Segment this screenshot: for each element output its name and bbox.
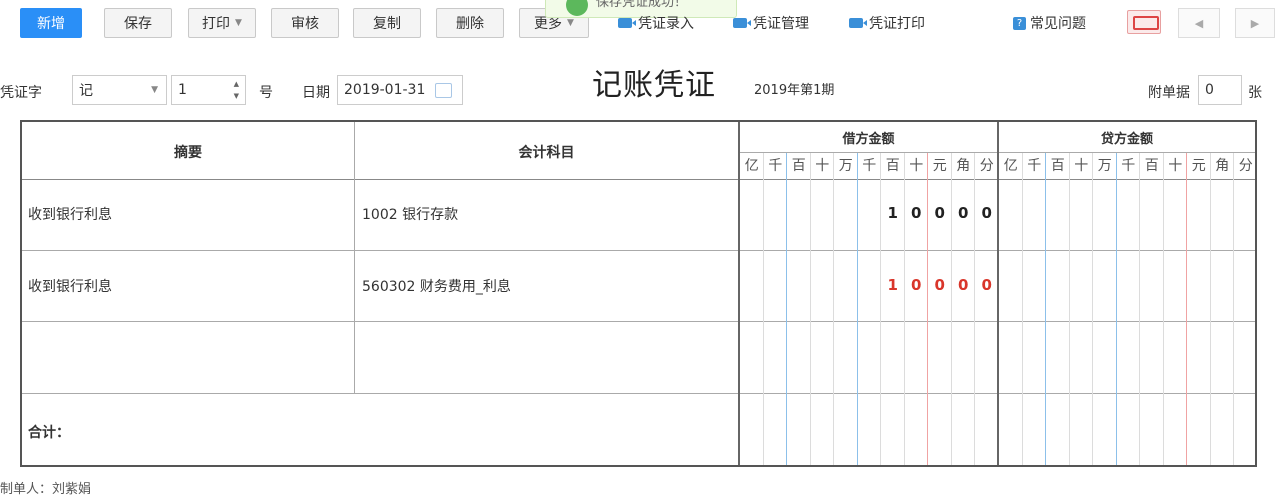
voucher-print-link[interactable]: 凭证打印 [849, 13, 925, 33]
credit-unit-8: 元 [1191, 158, 1206, 174]
debit-unit-2: 百 [791, 158, 806, 174]
voucher-manage-label: 凭证管理 [753, 16, 809, 32]
debit-digit: 0 [911, 275, 922, 294]
faq-label: 常见问题 [1030, 16, 1086, 32]
print-label: 打印 [202, 16, 231, 32]
calendar-icon[interactable] [435, 83, 452, 98]
chevron-down-icon: ▼ [567, 18, 574, 28]
next-voucher-button[interactable]: ▶ [1235, 8, 1275, 38]
debit-unit-10: 分 [979, 158, 994, 174]
credit-unit-9: 角 [1215, 158, 1230, 174]
row-subject[interactable]: 1002 银行存款 [362, 204, 458, 224]
credit-header: 贷方金额 [1100, 132, 1153, 147]
voucher-entry-label: 凭证录入 [638, 16, 694, 32]
attachment-count-value: 0 [1205, 82, 1214, 98]
debit-digit: 0 [934, 204, 945, 222]
prev-voucher-button[interactable]: ◀ [1178, 8, 1220, 38]
credit-unit-1: 千 [1027, 158, 1042, 174]
debit-unit-7: 十 [909, 158, 924, 174]
video-icon [618, 18, 636, 28]
credit-unit-10: 分 [1238, 158, 1253, 174]
credit-unit-6: 百 [1144, 158, 1159, 174]
attachment-label: 附单据 [1148, 85, 1190, 101]
voucher-word-select[interactable]: 记 ▼ [72, 75, 167, 105]
print-button[interactable]: 打印 ▼ [188, 8, 256, 38]
check-icon [566, 0, 588, 16]
credit-unit-2: 百 [1050, 158, 1065, 174]
period-label: 2019年第1期 [754, 83, 835, 98]
number-suffix: 号 [259, 85, 273, 101]
voucher-manage-link[interactable]: 凭证管理 [733, 13, 809, 33]
stepper-arrows-icon[interactable]: ▲ ▼ [234, 78, 239, 102]
credit-unit-4: 万 [1097, 158, 1112, 174]
preparer-label: 制单人：刘紫娟 [0, 482, 92, 497]
date-input[interactable]: 2019-01-31 [337, 75, 463, 105]
date-label: 日期 [302, 85, 330, 101]
toast-message: 保存凭证成功！ [596, 0, 688, 10]
row-summary[interactable]: 收到银行利息 [28, 276, 112, 296]
total-label: 合计： [28, 425, 70, 441]
debit-digit: 0 [911, 204, 922, 222]
delete-button[interactable]: 删除 [436, 8, 504, 38]
keyboard-icon[interactable] [1127, 10, 1161, 34]
chevron-down-icon: ▼ [235, 18, 242, 28]
voucher-word-label: 凭证字 [0, 85, 42, 101]
voucher-table: 摘要 会计科目 借方金额 贷方金额 亿千百十万千百十元角分亿千百十万千百十元角分… [20, 120, 1257, 467]
voucher-number-stepper[interactable]: 1 ▲ ▼ [171, 75, 246, 105]
credit-unit-3: 十 [1074, 158, 1089, 174]
attachment-suffix: 张 [1248, 85, 1262, 101]
summary-header: 摘要 [174, 145, 202, 161]
debit-unit-0: 亿 [744, 158, 759, 174]
video-icon [733, 18, 751, 28]
new-button[interactable]: 新增 [20, 8, 82, 38]
date-value: 2019-01-31 [344, 82, 426, 98]
debit-unit-8: 元 [932, 158, 947, 174]
attachment-count-input[interactable]: 0 [1198, 75, 1242, 105]
debit-digit: 0 [981, 204, 992, 222]
debit-digit: 0 [958, 204, 969, 222]
subject-header: 会计科目 [518, 145, 575, 161]
debit-digit: 0 [981, 275, 992, 294]
credit-unit-0: 亿 [1003, 158, 1018, 174]
copy-button[interactable]: 复制 [353, 8, 421, 38]
debit-digit: 0 [934, 275, 945, 294]
voucher-word-value: 记 [79, 83, 93, 99]
row-summary[interactable]: 收到银行利息 [28, 204, 112, 224]
debit-digit: 1 [887, 204, 898, 222]
debit-digit: 1 [887, 275, 898, 294]
page-title: 记账凭证 [592, 68, 716, 103]
credit-unit-7: 十 [1168, 158, 1183, 174]
chevron-down-icon: ▼ [151, 85, 158, 95]
credit-unit-5: 千 [1121, 158, 1136, 174]
save-button[interactable]: 保存 [104, 8, 172, 38]
row-subject[interactable]: 560302 财务费用_利息 [362, 276, 511, 296]
debit-unit-1: 千 [768, 158, 783, 174]
audit-button[interactable]: 审核 [271, 8, 339, 38]
voucher-print-label: 凭证打印 [869, 16, 925, 32]
debit-header: 借方金额 [842, 132, 895, 147]
voucher-entry-link[interactable]: 凭证录入 [618, 13, 694, 33]
debit-unit-4: 万 [838, 158, 853, 174]
debit-unit-6: 百 [885, 158, 900, 174]
debit-digit: 0 [958, 275, 969, 294]
debit-unit-9: 角 [956, 158, 971, 174]
debit-unit-3: 十 [815, 158, 830, 174]
help-icon: ? [1013, 16, 1026, 30]
debit-unit-5: 千 [862, 158, 877, 174]
faq-link[interactable]: ? 常见问题 [1013, 13, 1086, 33]
video-icon [849, 18, 867, 28]
voucher-number-value: 1 [178, 82, 187, 98]
